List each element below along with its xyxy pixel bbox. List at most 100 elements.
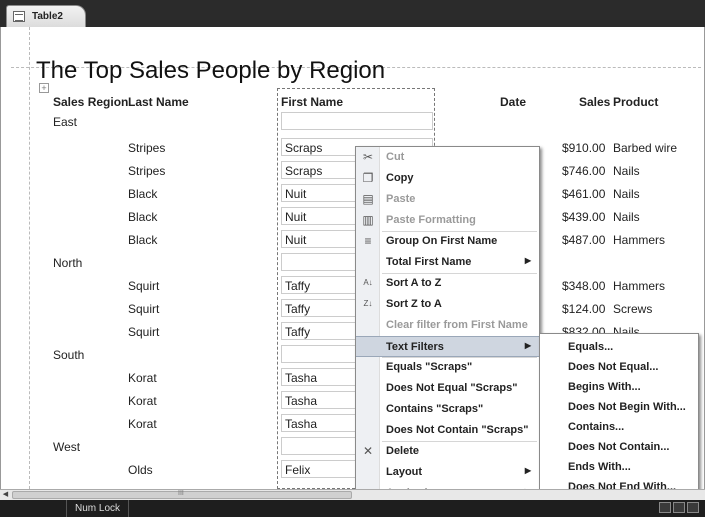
menu-item-label: Sort Z to A — [386, 298, 442, 310]
sales-cell[interactable]: $348.00 — [562, 279, 605, 293]
menu-item-does-not-equal-scraps[interactable]: Does Not Equal "Scraps" — [356, 378, 539, 399]
sales-cell[interactable]: $910.00 — [562, 141, 605, 155]
header-date[interactable]: Date — [500, 95, 526, 109]
menu-item-label: Cut — [386, 151, 405, 163]
menu-item-label: Does Not Contain "Scraps" — [386, 424, 529, 436]
tab-label: Table2 — [32, 11, 63, 22]
submenu-arrow-icon: ▶ — [524, 341, 531, 350]
header-sales[interactable]: Sales — [579, 95, 610, 109]
access-report-window: Table2 The Top Sales People by Region + … — [0, 0, 705, 517]
menu-item-label: Contains "Scraps" — [386, 403, 484, 415]
last-name-cell[interactable]: Korat — [128, 394, 157, 408]
header-last-name[interactable]: Last Name — [128, 95, 189, 109]
horizontal-scrollbar[interactable]: ◀ III — [0, 489, 705, 500]
sales-cell[interactable]: $124.00 — [562, 302, 605, 316]
region-group-header[interactable]: North — [53, 256, 82, 270]
sales-cell[interactable]: $439.00 — [562, 210, 605, 224]
region-group-header[interactable]: West — [53, 440, 80, 454]
menu-item-sort-a-to-z[interactable]: A↓ Sort A to Z — [356, 273, 539, 294]
header-sales-region[interactable]: Sales Region — [53, 95, 128, 109]
product-cell[interactable]: Barbed wire — [613, 141, 677, 155]
last-name-cell[interactable]: Korat — [128, 417, 157, 431]
menu-item-label: Paste Formatting — [386, 214, 476, 226]
group-icon: ≡ — [364, 234, 372, 248]
menu-item-paste-formatting: ▥ Paste Formatting — [356, 210, 539, 231]
last-name-cell[interactable]: Korat — [128, 371, 157, 385]
layout-move-handle-icon[interactable]: + — [39, 83, 49, 93]
menu-item-label: Clear filter from First Name — [386, 319, 528, 331]
submenu-item-ends-with[interactable]: Ends With... — [540, 457, 698, 478]
copy-icon: ❐ — [362, 171, 374, 185]
document-tab-strip: Table2 — [0, 0, 705, 27]
tab-table2[interactable]: Table2 — [6, 5, 86, 27]
menu-item-label: Copy — [386, 172, 414, 184]
menu-item-clear-filter-from-first-name: Clear filter from First Name — [356, 315, 539, 336]
context-menu: ✂ Cut ❐ Copy ▤ Paste ▥ Paste Formatting ≡ Group O… — [355, 146, 540, 517]
submenu-item-does-not-contain[interactable]: Does Not Contain... — [540, 437, 698, 458]
product-cell[interactable]: Nails — [613, 164, 640, 178]
menu-item-delete[interactable]: ✕ Delete — [356, 441, 539, 462]
submenu-item-begins-with[interactable]: Begins With... — [540, 377, 698, 398]
submenu-arrow-icon: ▶ — [524, 466, 531, 475]
report-view-icon[interactable] — [659, 502, 671, 513]
last-name-cell[interactable]: Stripes — [128, 164, 165, 178]
delete-icon: ✕ — [362, 444, 374, 458]
scroll-left-icon[interactable]: ◀ — [0, 490, 11, 500]
menu-item-label: Delete — [386, 445, 420, 457]
status-bar: Num Lock — [0, 500, 705, 517]
sales-cell[interactable]: $746.00 — [562, 164, 605, 178]
menu-item-label: Equals "Scraps" — [386, 361, 473, 373]
report-title[interactable]: The Top Sales People by Region — [36, 57, 385, 85]
view-buttons — [657, 502, 699, 516]
sales-cell[interactable]: $461.00 — [562, 187, 605, 201]
last-name-cell[interactable]: Squirt — [128, 302, 159, 316]
menu-item-sort-z-to-a[interactable]: Z↓ Sort Z to A — [356, 294, 539, 315]
product-cell[interactable]: Screws — [613, 302, 652, 316]
region-group-header[interactable]: South — [53, 348, 84, 362]
menu-item-group-on-first-name[interactable]: ≡ Group On First Name — [356, 231, 539, 252]
product-cell[interactable]: Hammers — [613, 279, 665, 293]
paste-icon: ▤ — [362, 192, 374, 206]
table-icon — [13, 11, 25, 22]
product-cell[interactable]: Nails — [613, 210, 640, 224]
last-name-cell[interactable]: Squirt — [128, 325, 159, 339]
last-name-cell[interactable]: Black — [128, 233, 157, 247]
menu-item-label: Text Filters — [386, 341, 444, 353]
first-name-empty-cell[interactable] — [281, 112, 433, 130]
menu-item-copy[interactable]: ❐ Copy — [356, 168, 539, 189]
submenu-item-equals[interactable]: Equals... — [540, 337, 698, 358]
scissors-icon: ✂ — [362, 150, 374, 164]
submenu-item-contains[interactable]: Contains... — [540, 417, 698, 438]
menu-item-total-first-name[interactable]: Total First Name ▶ — [356, 252, 539, 273]
menu-item-contains-scraps[interactable]: Contains "Scraps" — [356, 399, 539, 420]
last-name-cell[interactable]: Black — [128, 210, 157, 224]
menu-item-does-not-contain-scraps[interactable]: Does Not Contain "Scraps" — [356, 420, 539, 441]
menu-item-text-filters[interactable]: Text Filters ▶ — [356, 336, 539, 357]
design-view-icon[interactable] — [687, 502, 699, 513]
scroll-grip: III — [178, 490, 184, 497]
last-name-cell[interactable]: Olds — [128, 463, 153, 477]
sales-cell[interactable]: $487.00 — [562, 233, 605, 247]
last-name-cell[interactable]: Stripes — [128, 141, 165, 155]
text-filters-submenu: Equals... Does Not Equal... Begins With...… — [539, 333, 699, 497]
submenu-item-does-not-begin-with[interactable]: Does Not Begin With... — [540, 397, 698, 418]
last-name-cell[interactable]: Squirt — [128, 279, 159, 293]
product-cell[interactable]: Hammers — [613, 233, 665, 247]
menu-item-label: Group On First Name — [386, 235, 498, 247]
layout-view-icon[interactable] — [673, 502, 685, 513]
menu-item-equals-scraps[interactable]: Equals "Scraps" — [356, 357, 539, 378]
scroll-thumb[interactable]: III — [12, 490, 352, 499]
menu-item-label: Layout — [386, 466, 423, 478]
submenu-item-does-not-equal[interactable]: Does Not Equal... — [540, 357, 698, 378]
menu-item-paste: ▤ Paste — [356, 189, 539, 210]
last-name-cell[interactable]: Black — [128, 187, 157, 201]
menu-item-layout[interactable]: Layout ▶ — [356, 462, 539, 483]
menu-item-cut: ✂ Cut — [356, 147, 539, 168]
sort-ascending-icon: A↓ — [363, 278, 373, 287]
product-cell[interactable]: Nails — [613, 187, 640, 201]
menu-item-label: Paste — [386, 193, 416, 205]
header-product[interactable]: Product — [613, 95, 658, 109]
paste-formatting-icon: ▥ — [362, 213, 374, 227]
margin-guide — [29, 27, 30, 489]
region-group-header[interactable]: East — [53, 115, 77, 129]
